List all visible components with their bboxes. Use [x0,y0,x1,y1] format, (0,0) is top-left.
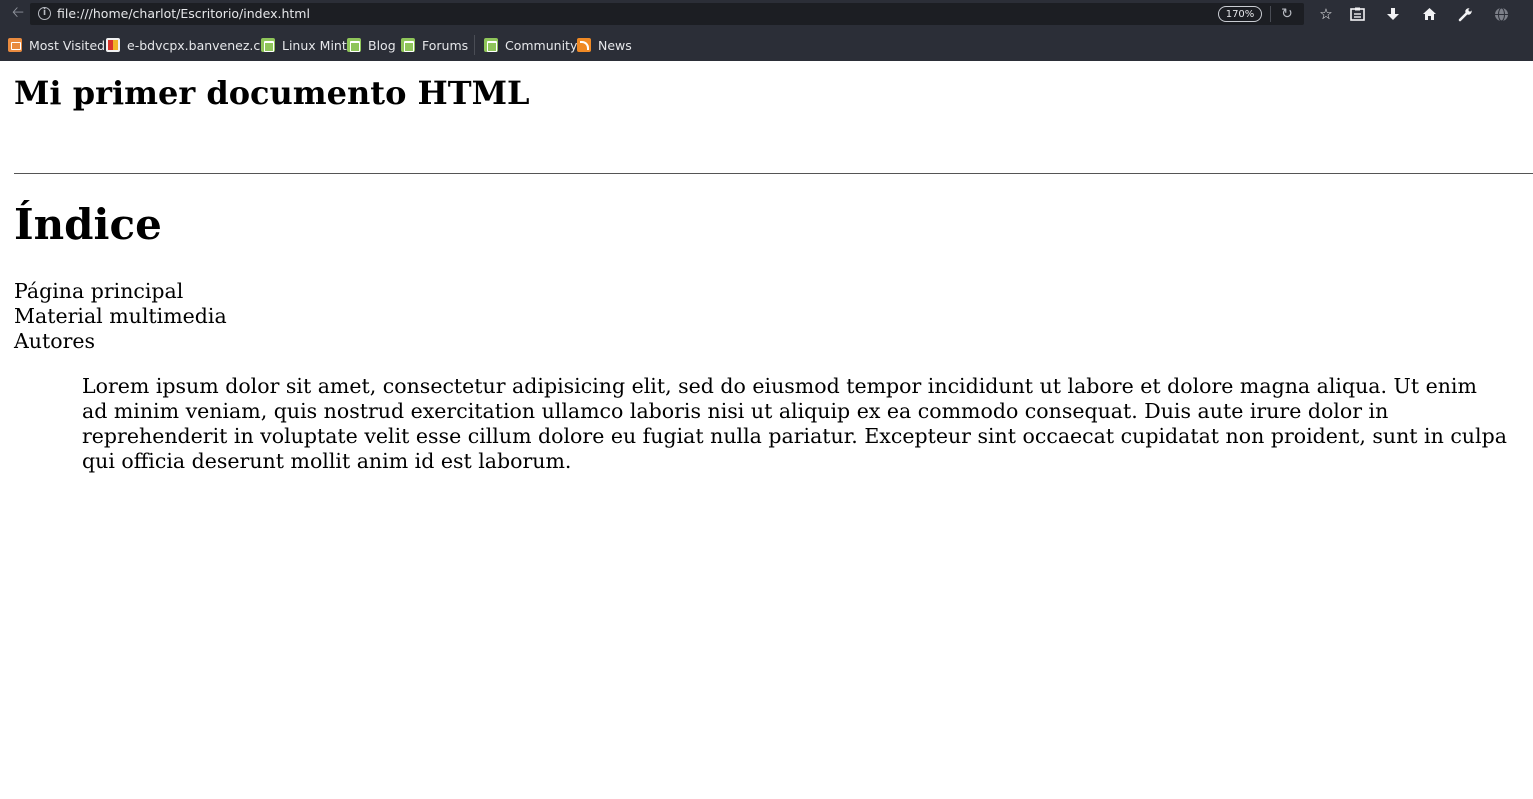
bookmarks-separator [474,35,475,55]
page-content: Mi primer documento HTML Índice Página p… [0,61,1533,799]
download-icon[interactable] [1381,3,1405,25]
index-heading: Índice [14,200,162,249]
info-icon[interactable]: i [38,7,51,20]
star-icon[interactable]: ☆ [1314,3,1338,25]
url-bar[interactable]: i file:///home/charlot/Escritorio/index.… [30,3,1304,25]
bookmark-banvenez[interactable]: e-bdvcpx.banvenez.c... [106,36,272,54]
bookmark-label: e-bdvcpx.banvenez.c... [127,37,273,53]
reading-list-icon[interactable] [1345,3,1369,25]
index-item-material-multimedia: Material multimedia [14,304,227,328]
bookmark-label: News [598,37,632,53]
globe-icon[interactable] [1489,3,1513,25]
linux-mint-icon [347,38,361,52]
linux-mint-icon [261,38,275,52]
lorem-blockquote: Lorem ipsum dolor sit amet, consectetur … [82,374,1507,473]
linux-mint-icon [484,38,498,52]
index-list: Página principal Material multimedia Aut… [14,279,227,354]
bank-favicon-icon [106,38,120,52]
navigation-toolbar: 🡠 i file:///home/charlot/Escritorio/inde… [0,0,1533,29]
url-text[interactable]: file:///home/charlot/Escritorio/index.ht… [57,6,310,21]
folder-icon [8,38,22,52]
home-icon[interactable] [1417,3,1441,25]
bookmark-label: Forums [422,37,469,53]
bookmark-news[interactable]: News [577,36,632,54]
linux-mint-icon [401,38,415,52]
bookmark-community[interactable]: Community [484,36,577,54]
bookmark-blog[interactable]: Blog [347,36,396,54]
bookmarks-toolbar: Most Visited e-bdvcpx.banvenez.c... Linu… [0,29,1533,61]
wrench-icon[interactable] [1453,3,1477,25]
bookmark-linux-mint[interactable]: Linux Mint [261,36,347,54]
reload-icon[interactable]: ↻ [1278,5,1296,23]
browser-chrome: 🡠 i file:///home/charlot/Escritorio/inde… [0,0,1533,61]
bookmark-label: Community [505,37,578,53]
rss-icon [577,38,591,52]
url-bar-divider [1270,6,1271,22]
bookmark-forums[interactable]: Forums [401,36,468,54]
index-item-pagina-principal: Página principal [14,279,184,303]
horizontal-rule [14,173,1533,174]
index-item-autores: Autores [14,329,96,353]
bookmark-label: Most Visited [29,37,106,53]
bookmark-label: Blog [368,37,396,53]
bookmark-most-visited[interactable]: Most Visited [8,36,105,54]
zoom-level-badge[interactable]: 170% [1218,6,1262,22]
back-arrow-icon[interactable]: 🡠 [6,3,30,24]
page-title: Mi primer documento HTML [14,74,530,112]
bookmark-label: Linux Mint [282,37,347,53]
